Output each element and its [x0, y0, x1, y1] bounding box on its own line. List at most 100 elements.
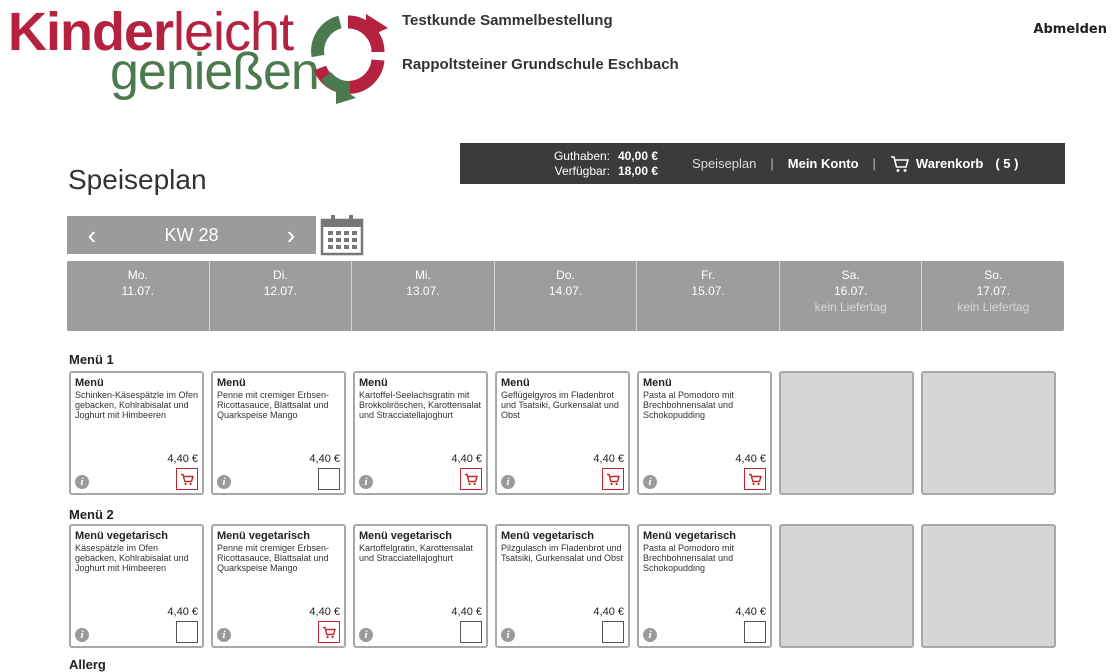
menu-description: Käsespätzle im Ofen gebacken, Kohlrabisa… [75, 543, 189, 573]
order-checkbox[interactable] [318, 468, 340, 490]
verfuegbar-value: 18,00 € [618, 163, 659, 178]
day-name: Sa. [841, 268, 860, 282]
menu-price: 4,40 € [451, 606, 482, 618]
nav-speiseplan[interactable]: Speiseplan [678, 156, 770, 171]
menu-price: 4,40 € [593, 606, 624, 618]
day-column: So. 17.07. kein Liefertag [922, 261, 1064, 331]
order-checkbox[interactable] [744, 468, 766, 490]
page-title: Speiseplan [68, 164, 207, 195]
menu-title: Menü [643, 377, 672, 389]
order-checkbox[interactable] [176, 621, 198, 643]
menu-description: Kartoffelgratin, Karottensalat und Strac… [359, 543, 473, 563]
week-label: KW 28 [164, 224, 219, 245]
menu-description: Pasta al Pomodoro mit Brechbohnensalat u… [643, 390, 735, 420]
menu-card: Menü vegetarisch Pilzgulasch im Fladenbro… [495, 524, 630, 648]
menu-price: 4,40 € [735, 606, 766, 618]
menu-description: Schinken-Käsespätzle im Ofen gebacken, K… [75, 390, 199, 420]
day-date: 13.07. [406, 284, 440, 298]
menu-title: Menü vegetarisch [359, 530, 452, 542]
logo-wordmark-bottom: genießen [110, 43, 320, 101]
nav-mein-konto[interactable]: Mein Konto [774, 156, 873, 171]
menu-card: Menü Kartoffel-Seelachsgratin mit Brokkol… [353, 371, 488, 495]
order-checkbox[interactable] [176, 468, 198, 490]
info-icon[interactable]: i [501, 628, 515, 642]
menu-title: Menü vegetarisch [643, 530, 736, 542]
day-name: Di. [273, 268, 288, 282]
cart-icon [180, 473, 194, 486]
info-icon[interactable]: i [217, 628, 231, 642]
menu-title: Menü vegetarisch [501, 530, 594, 542]
menu-description: Penne mit cremiger Erbsen-Ricottasauce, … [217, 543, 330, 573]
menu-title: Menü [75, 377, 104, 389]
verfuegbar-label: Verfügbar: [554, 163, 610, 178]
info-icon[interactable]: i [359, 628, 373, 642]
day-note: kein Liefertag [957, 300, 1030, 314]
menu-card-empty [779, 371, 914, 495]
balance-info: Guthaben: 40,00 € Verfügbar: 18,00 € [540, 149, 658, 179]
info-icon[interactable]: i [75, 628, 89, 642]
menu-card: Menü Schinken-Käsespätzle im Ofen gebacke… [69, 371, 204, 495]
cart-icon [464, 473, 478, 486]
menu-price: 4,40 € [451, 453, 482, 465]
menu-1-label: Menü 1 [69, 352, 114, 367]
cart-icon [748, 473, 762, 486]
day-date: 11.07. [121, 284, 155, 298]
day-name: Fr. [701, 268, 716, 282]
calendar-icon[interactable] [320, 214, 364, 256]
menu-price: 4,40 € [167, 453, 198, 465]
order-checkbox[interactable] [460, 621, 482, 643]
menu-2-row: Menü vegetarisch Käsespätzle im Ofen geba… [69, 524, 1056, 648]
cart-label: Warenkorb [915, 156, 984, 171]
day-date: 12.07. [263, 284, 298, 298]
info-icon[interactable]: i [217, 475, 231, 489]
logout-link[interactable]: Abmelden [1033, 22, 1107, 37]
menu-card: Menü Geflügelgyros im Fladenbrot und Tsat… [495, 371, 630, 495]
info-icon[interactable]: i [501, 475, 515, 489]
menu-description: Pilzgulasch im Fladenbrot und Tsatsiki, … [501, 543, 624, 563]
info-icon[interactable]: i [359, 475, 373, 489]
menu-card: Menü Penne mit cremiger Erbsen-Ricottasau… [211, 371, 346, 495]
menu-title: Menü [359, 377, 388, 389]
menu-description: Kartoffel-Seelachsgratin mit Brokkolirös… [359, 390, 482, 420]
guthaben-value: 40,00 € [618, 148, 659, 163]
order-checkbox[interactable] [602, 468, 624, 490]
logo-circle-arrows-icon [311, 14, 388, 104]
order-checkbox[interactable] [602, 621, 624, 643]
menu-price: 4,40 € [167, 606, 198, 618]
day-column: Do. 14.07. [495, 261, 638, 331]
weekday-header: Mo. 11.07. Di. 12.07. Mi. 13.07. Do. 14.07. Fr. 1… [67, 261, 1064, 331]
menu-1-row: Menü Schinken-Käsespätzle im Ofen gebacke… [69, 371, 1056, 495]
order-checkbox[interactable] [460, 468, 482, 490]
week-navigator: ‹ KW 28 › [67, 216, 316, 254]
customer-name: Testkunde Sammelbestellung [402, 12, 613, 29]
menu-price: 4,40 € [593, 453, 624, 465]
menu-card-empty [921, 371, 1056, 495]
day-name: So. [984, 268, 1003, 282]
menu-card: Menü vegetarisch Penne mit cremiger Erbse… [211, 524, 346, 648]
account-bar: Guthaben: 40,00 € Verfügbar: 18,00 € Speis… [460, 143, 1065, 184]
menu-price: 4,40 € [309, 606, 340, 618]
day-date: 17.07. [976, 284, 1010, 298]
nav-warenkorb[interactable]: Warenkorb ( 5 ) [876, 155, 1033, 173]
prev-week-button[interactable]: ‹ [67, 220, 117, 251]
menu-card: Menü vegetarisch Pasta al Pomodoro mit Br… [637, 524, 772, 648]
order-checkbox[interactable] [744, 621, 766, 643]
info-icon[interactable]: i [75, 475, 89, 489]
order-checkbox[interactable] [318, 621, 340, 643]
menu-price: 4,40 € [735, 453, 766, 465]
menu-title: Menü vegetarisch [75, 530, 168, 542]
day-date: 16.07. [833, 284, 868, 298]
day-date: 14.07. [548, 284, 583, 298]
menu-description: Geflügelgyros im Fladenbrot und Tsatsiki… [501, 390, 619, 420]
menu-card: Menü Pasta al Pomodoro mit Brechbohnensal… [637, 371, 772, 495]
day-column: Mi. 13.07. [352, 261, 495, 331]
day-name: Do. [556, 268, 575, 282]
brand-logo[interactable]: Kinderleicht genießen [8, 2, 388, 106]
day-column: Fr. 15.07. [637, 261, 780, 331]
menu-description: Pasta al Pomodoro mit Brechbohnensalat u… [643, 543, 735, 573]
menu-card-empty [779, 524, 914, 648]
next-week-button[interactable]: › [266, 220, 316, 251]
info-icon[interactable]: i [643, 475, 657, 489]
cart-count: ( 5 ) [995, 156, 1019, 171]
info-icon[interactable]: i [643, 628, 657, 642]
